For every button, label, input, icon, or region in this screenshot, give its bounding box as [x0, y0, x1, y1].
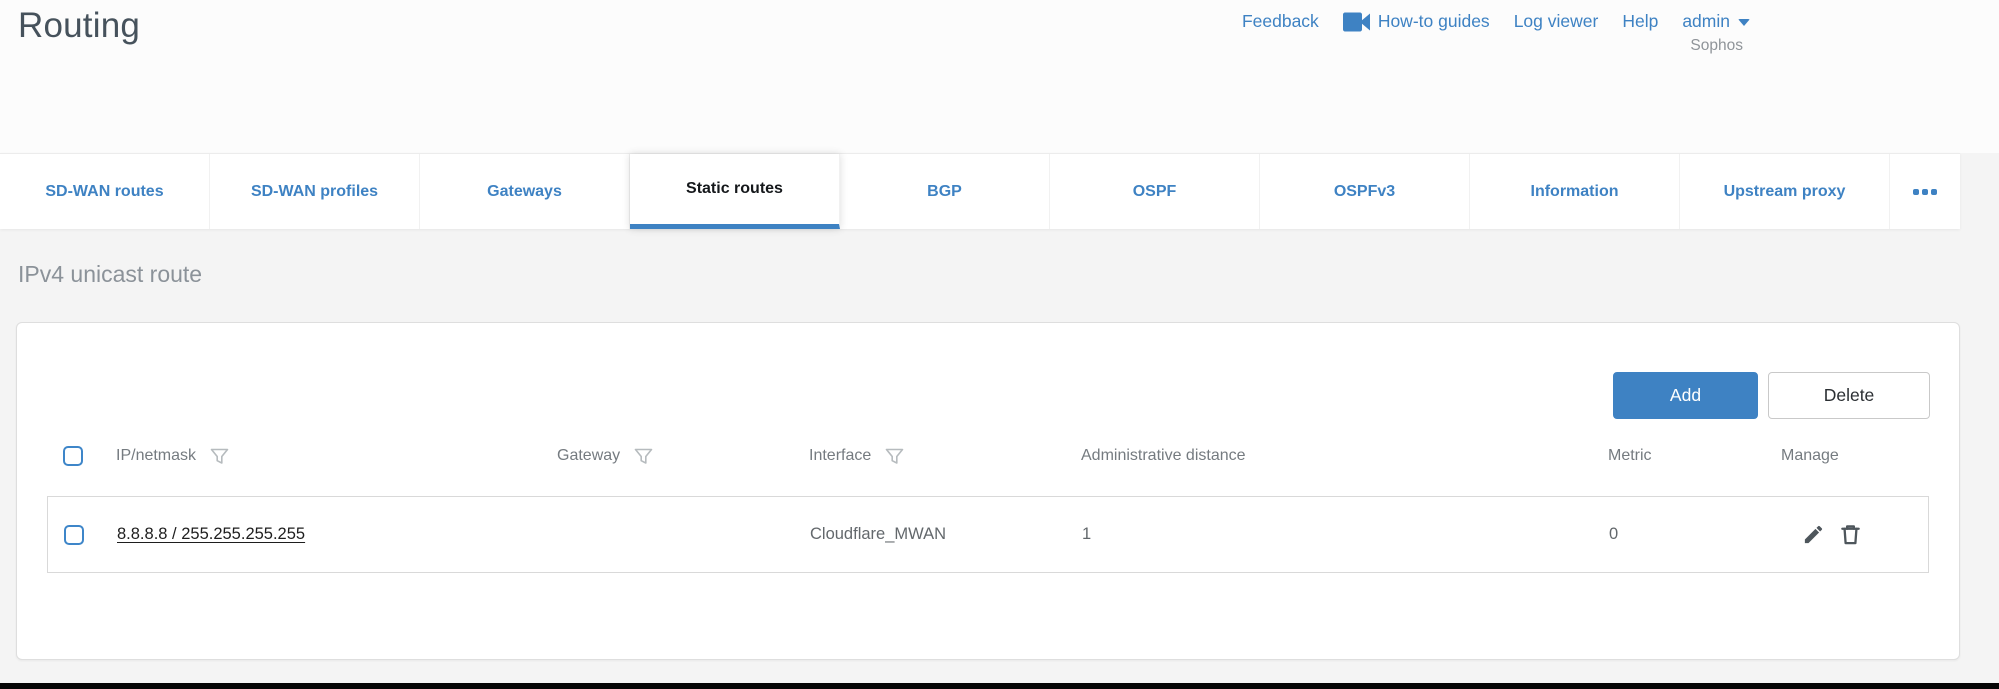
column-header-label: Gateway — [557, 447, 620, 465]
administrative-distance-cell: 1 — [1082, 525, 1609, 544]
page-title: Routing — [18, 3, 140, 49]
tab-sdwan-profiles[interactable]: SD-WAN profiles — [210, 154, 420, 229]
routes-table: IP/netmask Gateway Interface — [47, 438, 1929, 573]
tab-gateways[interactable]: Gateways — [420, 154, 630, 229]
tab-ospfv3[interactable]: OSPFv3 — [1260, 154, 1470, 229]
add-button[interactable]: Add — [1613, 372, 1758, 419]
admin-user-menu[interactable]: admin — [1682, 11, 1750, 32]
routing-tab-bar: SD-WAN routes SD-WAN profiles Gateways S… — [0, 153, 1960, 229]
column-header-administrative-distance: Administrative distance — [1081, 447, 1608, 465]
video-camera-icon — [1343, 12, 1370, 32]
log-viewer-link-label: Log viewer — [1514, 11, 1599, 32]
column-header-label: IP/netmask — [116, 447, 196, 465]
tab-static-routes[interactable]: Static routes — [630, 154, 840, 229]
log-viewer-link[interactable]: Log viewer — [1514, 11, 1599, 32]
howto-guides-link-label: How-to guides — [1378, 11, 1490, 32]
filter-funnel-icon[interactable] — [210, 448, 229, 465]
page-header: Routing Feedback How-to guides Log viewe… — [0, 0, 1999, 153]
ellipsis-icon — [1931, 189, 1937, 195]
interface-cell: Cloudflare_MWAN — [810, 525, 1082, 544]
column-header-ip-netmask: IP/netmask — [116, 447, 557, 465]
row-checkbox-cell — [48, 525, 117, 545]
table-row: 8.8.8.8 / 255.255.255.255 Cloudflare_MWA… — [47, 496, 1929, 573]
tab-bgp[interactable]: BGP — [840, 154, 1050, 229]
delete-button[interactable]: Delete — [1768, 372, 1930, 419]
tab-overflow-menu[interactable] — [1890, 154, 1960, 229]
filter-funnel-icon[interactable] — [634, 448, 653, 465]
select-all-checkbox[interactable] — [63, 446, 83, 466]
column-header-label: Administrative distance — [1081, 447, 1246, 465]
header-checkbox-cell — [47, 446, 116, 466]
table-header-row: IP/netmask Gateway Interface — [47, 438, 1929, 474]
brand-label: Sophos — [1690, 37, 1743, 55]
static-routes-card: Add Delete IP/netmask Gateway — [16, 322, 1960, 660]
column-header-manage: Manage — [1781, 447, 1929, 465]
ellipsis-icon — [1913, 189, 1919, 195]
metric-cell: 0 — [1609, 525, 1782, 544]
column-header-gateway: Gateway — [557, 447, 809, 465]
howto-guides-link[interactable]: How-to guides — [1343, 11, 1490, 32]
top-navigation: Feedback How-to guides Log viewer Help a… — [1242, 11, 1750, 32]
column-header-interface: Interface — [809, 447, 1081, 465]
manage-cell — [1782, 523, 1928, 546]
tab-sdwan-routes[interactable]: SD-WAN routes — [0, 154, 210, 229]
chevron-down-icon — [1738, 19, 1750, 26]
ip-netmask-link[interactable]: 8.8.8.8 / 255.255.255.255 — [117, 525, 305, 543]
tab-upstream-proxy[interactable]: Upstream proxy — [1680, 154, 1890, 229]
tab-information[interactable]: Information — [1470, 154, 1680, 229]
admin-user-label: admin — [1682, 11, 1730, 32]
column-header-label: Manage — [1781, 447, 1839, 465]
feedback-link-label: Feedback — [1242, 11, 1319, 32]
column-header-metric: Metric — [1608, 447, 1781, 465]
help-link-label: Help — [1622, 11, 1658, 32]
table-toolbar: Add Delete — [1613, 372, 1930, 419]
column-header-label: Metric — [1608, 447, 1652, 465]
feedback-link[interactable]: Feedback — [1242, 11, 1319, 32]
section-heading: IPv4 unicast route — [18, 261, 202, 288]
tab-ospf[interactable]: OSPF — [1050, 154, 1260, 229]
ip-netmask-cell: 8.8.8.8 / 255.255.255.255 — [117, 525, 558, 544]
ellipsis-icon — [1922, 189, 1928, 195]
help-link[interactable]: Help — [1622, 11, 1658, 32]
filter-funnel-icon[interactable] — [885, 448, 904, 465]
row-checkbox[interactable] — [64, 525, 84, 545]
trash-icon[interactable] — [1839, 523, 1862, 546]
column-header-label: Interface — [809, 447, 871, 465]
edit-pencil-icon[interactable] — [1802, 523, 1825, 546]
screen-bottom-edge — [0, 683, 1999, 689]
